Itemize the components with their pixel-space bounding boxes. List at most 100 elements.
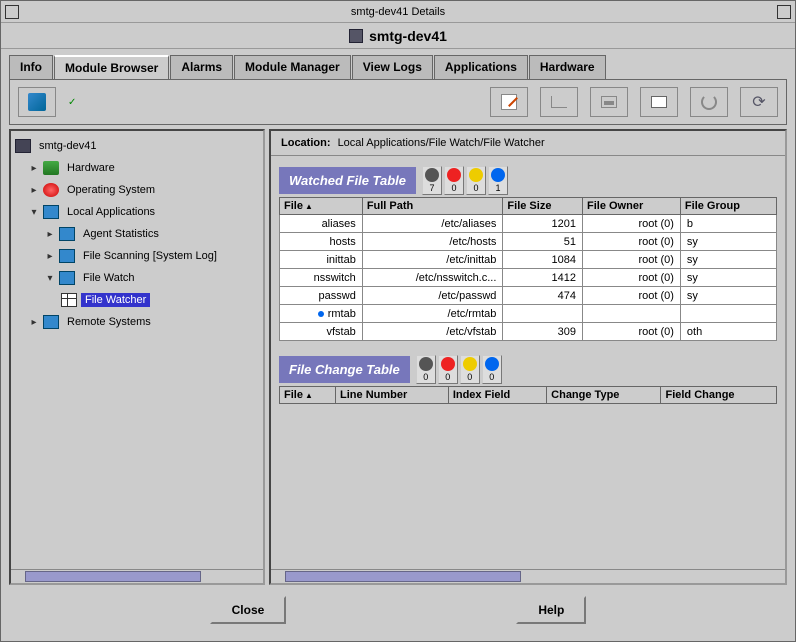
table-row[interactable]: vfstab/etc/vfstab309root (0)oth [280,323,777,341]
module-icon [59,249,75,263]
os-icon [43,183,59,197]
alarm-summary[interactable]: 7 [422,166,442,195]
collapse-icon[interactable]: ▾ [29,207,39,217]
details-window: smtg-dev41 Details smtg-dev41 Info Modul… [0,0,796,642]
alarm-summary[interactable]: 0 [416,355,436,384]
tree-scrollbar[interactable] [11,569,263,583]
panels: smtg-dev41 ▸Hardware ▸Operating System ▾… [9,129,787,585]
expand-icon[interactable]: ▸ [29,317,39,327]
table-row[interactable]: inittab/etc/inittab1084root (0)sy [280,251,777,269]
tab-module-manager[interactable]: Module Manager [234,55,351,79]
cell-path: /etc/inittab [362,251,503,269]
tab-hardware[interactable]: Hardware [529,55,606,79]
file-change-table[interactable]: File▲ Line Number Index Field Change Typ… [279,386,777,404]
tab-info[interactable]: Info [9,55,53,79]
expand-icon[interactable]: ▸ [29,185,39,195]
titlebar[interactable]: smtg-dev41 Details [1,1,795,23]
window-menu-button[interactable] [5,5,19,19]
col-line[interactable]: Line Number [336,387,449,404]
scrollbar-thumb[interactable] [25,571,201,582]
col-size[interactable]: File Size [503,198,583,215]
cell-group: sy [680,287,776,305]
alarm-critical[interactable]: 0 [438,355,458,384]
window-icon [651,96,667,108]
warning-icon [469,168,483,182]
expand-icon[interactable]: ▸ [45,229,55,239]
tab-applications[interactable]: Applications [434,55,528,79]
hardware-icon [43,161,59,175]
col-field[interactable]: Field Change [661,387,777,404]
graph-icon [551,96,567,108]
edit-button[interactable] [490,87,528,117]
tree-file-watch[interactable]: ▾File Watch [15,267,259,289]
alarm-warning[interactable]: 0 [460,355,480,384]
summary-icon [419,357,433,371]
help-button[interactable]: Help [516,596,586,624]
cell-size: 51 [503,233,583,251]
summary-icon [425,168,439,182]
cell-path: /etc/vfstab [362,323,503,341]
chart-button[interactable] [590,87,628,117]
col-index[interactable]: Index Field [448,387,546,404]
col-group[interactable]: File Group [680,198,776,215]
tab-alarms[interactable]: Alarms [170,55,233,79]
tree-file-scanning[interactable]: ▸File Scanning [System Log] [15,245,259,267]
scrollbar-thumb[interactable] [285,571,521,582]
table-row[interactable]: aliases/etc/aliases1201root (0)b [280,215,777,233]
alarm-critical[interactable]: 0 [444,166,464,195]
cell-group: sy [680,233,776,251]
footer: Close Help [9,585,787,635]
col-path[interactable]: Full Path [362,198,503,215]
table-row[interactable]: nsswitch/etc/nsswitch.c...1412root (0)sy [280,269,777,287]
watched-file-table[interactable]: File▲ Full Path File Size File Owner Fil… [279,197,777,341]
server-icon [349,29,363,43]
module-icon [59,271,75,285]
watched-alarms: 7 0 0 1 [422,166,508,195]
tree-agent-stats[interactable]: ▸Agent Statistics [15,223,259,245]
module-button[interactable] [18,87,56,117]
table-row[interactable]: hosts/etc/hosts51root (0)sy [280,233,777,251]
table-row[interactable]: rmtab/etc/rmtab [280,305,777,323]
apps-icon [43,205,59,219]
sort-asc-icon: ▲ [305,202,313,211]
col-owner[interactable]: File Owner [583,198,681,215]
cell-path: /etc/hosts [362,233,503,251]
cell-size [503,305,583,323]
detail-scrollbar[interactable] [271,569,785,583]
table-row[interactable]: passwd/etc/passwd474root (0)sy [280,287,777,305]
subtitle-bar: smtg-dev41 [1,23,795,49]
location-bar: Location: Local Applications/File Watch/… [271,131,785,156]
cell-file: vfstab [280,323,363,341]
close-button[interactable]: Close [210,596,287,624]
module-icon [59,227,75,241]
tree-hardware[interactable]: ▸Hardware [15,157,259,179]
cell-file: rmtab [280,305,363,323]
col-file[interactable]: File▲ [280,387,336,404]
alarm-info[interactable]: 1 [488,166,508,195]
refresh-button[interactable] [690,87,728,117]
tab-module-browser[interactable]: Module Browser [54,55,169,79]
tree-remote[interactable]: ▸Remote Systems [15,311,259,333]
window-button[interactable] [640,87,678,117]
reload-icon: ⟳ [752,92,765,112]
tree-local-apps[interactable]: ▾Local Applications [15,201,259,223]
alarm-info[interactable]: 0 [482,355,502,384]
cell-size: 474 [503,287,583,305]
cell-size: 1201 [503,215,583,233]
checklist-icon[interactable] [68,96,86,108]
tree-root[interactable]: smtg-dev41 [15,135,259,157]
tree-file-watcher[interactable]: File Watcher [15,289,259,311]
tree-os[interactable]: ▸Operating System [15,179,259,201]
tab-bar: Info Module Browser Alarms Module Manage… [9,55,787,79]
changes-title: File Change Table [279,356,410,383]
alarm-warning[interactable]: 0 [466,166,486,195]
graph-button[interactable] [540,87,578,117]
reload-button[interactable]: ⟳ [740,87,778,117]
collapse-icon[interactable]: ▾ [45,273,55,283]
col-file[interactable]: File▲ [280,198,363,215]
tab-view-logs[interactable]: View Logs [352,55,433,79]
expand-icon[interactable]: ▸ [29,163,39,173]
col-change[interactable]: Change Type [547,387,661,404]
window-maximize-button[interactable] [777,5,791,19]
expand-icon[interactable]: ▸ [45,251,55,261]
